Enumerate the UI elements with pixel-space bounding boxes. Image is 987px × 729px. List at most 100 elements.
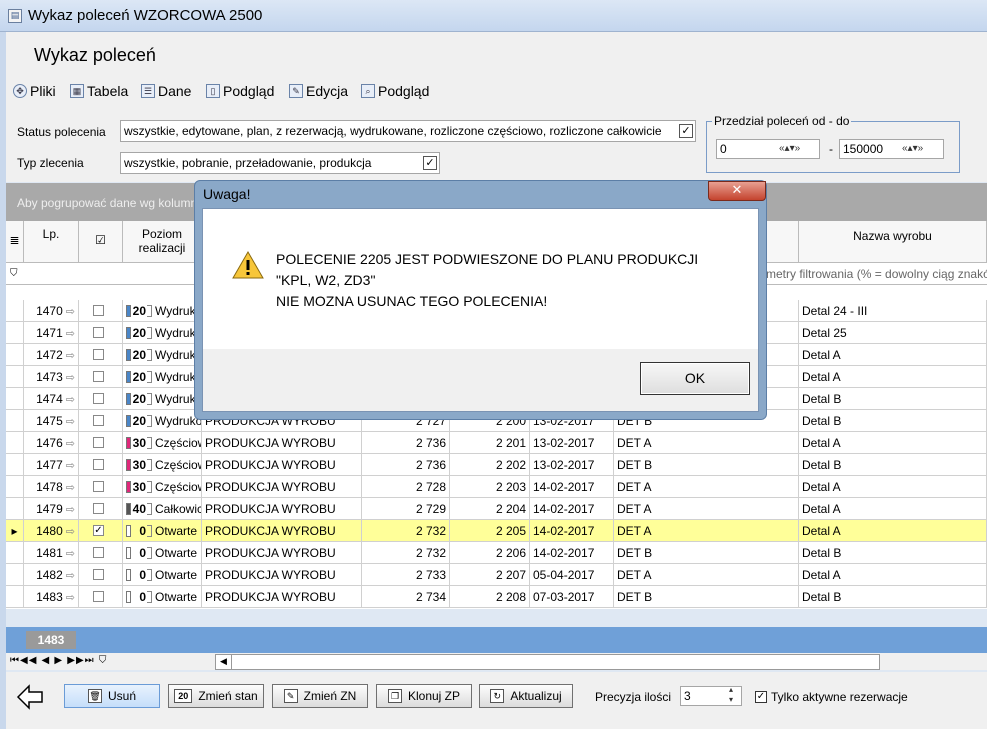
toolbar-pliki[interactable]: ✥ Pliki (13, 81, 56, 101)
clone-button[interactable]: ❐ Klonuj ZP (376, 684, 472, 708)
spin-updown-icon[interactable]: ▴ ▾ (729, 685, 733, 705)
row-checkbox[interactable] (93, 393, 104, 404)
cell-nr: 2 203 (450, 476, 530, 498)
back-arrow-icon[interactable] (16, 684, 44, 710)
cell-select (79, 498, 123, 520)
status-combo[interactable]: wszystkie, edytowane, plan, z rezerwacją… (120, 120, 696, 142)
cell-wyrob: Detal A (799, 476, 987, 498)
row-indicator[interactable] (6, 366, 24, 388)
row-checkbox[interactable] (93, 415, 104, 426)
level-bracket (147, 525, 152, 537)
scroll-left-icon[interactable]: ◀ (216, 655, 232, 669)
table-row[interactable]: 1478⇨ 30 CzęściowoPRODUKCJA WYROBU2 7282 2… (6, 476, 987, 498)
precision-input[interactable]: 3 ▴ ▾ (680, 685, 742, 706)
column-chooser-icon[interactable]: ≣ (6, 221, 24, 263)
lp-value: 1479 (36, 502, 63, 516)
lp-value: 1483 (36, 590, 63, 604)
horizontal-scrollbar[interactable]: ◀ (215, 654, 880, 670)
range-from-input[interactable]: 0 «▴▾» (716, 139, 820, 159)
refresh-button[interactable]: ↻ Aktualizuj (479, 684, 573, 708)
row-checkbox[interactable] (93, 437, 104, 448)
level-indicator (126, 415, 131, 427)
table-row[interactable]: 1483 ⇨ 0 Otwarte PRODUKCJA WYROBU 2 734 2 208 0… (6, 586, 987, 608)
column-header-nazwa-wyrobu[interactable]: Nazwa wyrobu (799, 221, 987, 263)
cell-lp: 1478 ⇨ (24, 476, 79, 498)
level-bracket (147, 503, 152, 515)
toolbar-podglad-wydruku[interactable]: ⌕ Podgląd (361, 81, 429, 101)
cell-nr: 2 202 (450, 454, 530, 476)
spin-buttons-icon[interactable]: «▴▾» (902, 140, 923, 158)
column-header-select-icon[interactable]: ☑ (79, 221, 123, 263)
cell-poziom: 30 Częściowo (123, 476, 202, 498)
type-dropdown-checkbox[interactable]: ✓ (423, 156, 437, 170)
cell-wyrob: Detal A (799, 344, 987, 366)
change-zn-button[interactable]: ✎ Zmień ZN (272, 684, 368, 708)
row-checkbox[interactable] (93, 371, 104, 382)
active-reservations-checkbox[interactable]: ✓ (755, 691, 767, 703)
edit-icon: ✎ (289, 84, 303, 98)
table-row[interactable]: 1481 ⇨ 0 Otwarte PRODUKCJA WYROBU 2 732 2 206 1… (6, 542, 987, 564)
range-to-input[interactable]: 150000 «▴▾» (839, 139, 944, 159)
status-dropdown-checkbox[interactable]: ✓ (679, 124, 693, 138)
warning-icon (232, 250, 264, 279)
level-value: 30 (132, 458, 146, 472)
row-indicator[interactable] (6, 410, 24, 432)
table-row[interactable]: ▸ 1480 ⇨ ✓ 0 Otwarte PRODUKCJA WYROBU 2 732 2 20… (6, 520, 987, 542)
spin-buttons-icon[interactable]: «▴▾» (779, 140, 800, 158)
row-checkbox[interactable] (93, 349, 104, 360)
row-checkbox[interactable] (93, 481, 104, 492)
row-indicator[interactable] (6, 586, 24, 608)
toolbar-tabela[interactable]: ▦ Tabela (70, 81, 128, 101)
record-navigator-icon[interactable]: ⏮◀◀ ◀ ▶ ▶▶⏭ ⛉ (10, 655, 107, 666)
cell-lp: 1470 ⇨ (24, 300, 79, 322)
row-indicator[interactable] (6, 432, 24, 454)
cell-poziom: 20Wydrukowane (123, 410, 202, 432)
dialog-message-line-3: NIE MOZNA USUNAC TEGO POLECENIA! (276, 293, 548, 309)
dialog-close-button[interactable]: ✕ (708, 181, 766, 201)
table-row[interactable]: 1477⇨ 30 CzęściowoPRODUKCJA WYROBU2 7362 2… (6, 454, 987, 476)
row-indicator[interactable] (6, 322, 24, 344)
row-indicator[interactable] (6, 454, 24, 476)
toolbar-podglad[interactable]: ▯ Podgląd (206, 81, 274, 101)
dialog-ok-button[interactable]: OK (640, 362, 750, 395)
table-row[interactable]: 1482 ⇨ 0 Otwarte PRODUKCJA WYROBU 2 733 2 207 0… (6, 564, 987, 586)
row-checkbox[interactable] (93, 503, 104, 514)
row-checkbox[interactable] (93, 305, 104, 316)
row-checkbox[interactable] (93, 459, 104, 470)
summary-bar (6, 627, 987, 653)
row-indicator[interactable] (6, 300, 24, 322)
level-value: 20 (132, 414, 146, 428)
delete-button[interactable]: 🗑 Usuń (64, 684, 160, 708)
row-indicator[interactable] (6, 498, 24, 520)
row-indicator[interactable] (6, 344, 24, 366)
row-checkbox[interactable]: ✓ (93, 525, 104, 536)
toolbar-edycja[interactable]: ✎ Edycja (289, 81, 348, 101)
row-checkbox[interactable] (93, 569, 104, 580)
row-arrow-icon: ⇨ (65, 548, 75, 560)
row-indicator[interactable] (6, 564, 24, 586)
active-reservations-toggle[interactable]: ✓ Tylko aktywne rezerwacje (755, 690, 908, 704)
level-value: 20 (132, 326, 146, 340)
lp-value: 1477 (36, 458, 63, 472)
toolbar-dane[interactable]: ☰ Dane (141, 81, 191, 101)
level-bracket (147, 415, 152, 427)
row-indicator[interactable] (6, 476, 24, 498)
column-header-lp[interactable]: Lp. (24, 221, 79, 263)
filter-icon: ⛉ (10, 268, 18, 279)
row-indicator[interactable]: ▸ (6, 520, 24, 542)
table-row[interactable]: 1479⇨ 40 CałkowiciePRODUKCJA WYROBU2 7292 … (6, 498, 987, 520)
row-checkbox[interactable] (93, 591, 104, 602)
row-checkbox[interactable] (93, 547, 104, 558)
table-row[interactable]: 1476⇨ 30 CzęściowoPRODUKCJA WYROBU2 7362 2… (6, 432, 987, 454)
row-arrow-icon: ⇨ (65, 460, 75, 472)
row-indicator[interactable] (6, 542, 24, 564)
row-indicator[interactable] (6, 388, 24, 410)
type-combo[interactable]: wszystkie, pobranie, przeładowanie, prod… (120, 152, 440, 174)
row-checkbox[interactable] (93, 327, 104, 338)
status-text: Częściowo (155, 480, 201, 494)
lp-value: 1473 (36, 370, 63, 384)
change-state-button[interactable]: 20 Zmień stan (168, 684, 264, 708)
refresh-icon: ↻ (490, 689, 505, 703)
level-indicator (126, 305, 131, 317)
column-header-poziom[interactable]: Poziom realizacji (123, 221, 202, 263)
